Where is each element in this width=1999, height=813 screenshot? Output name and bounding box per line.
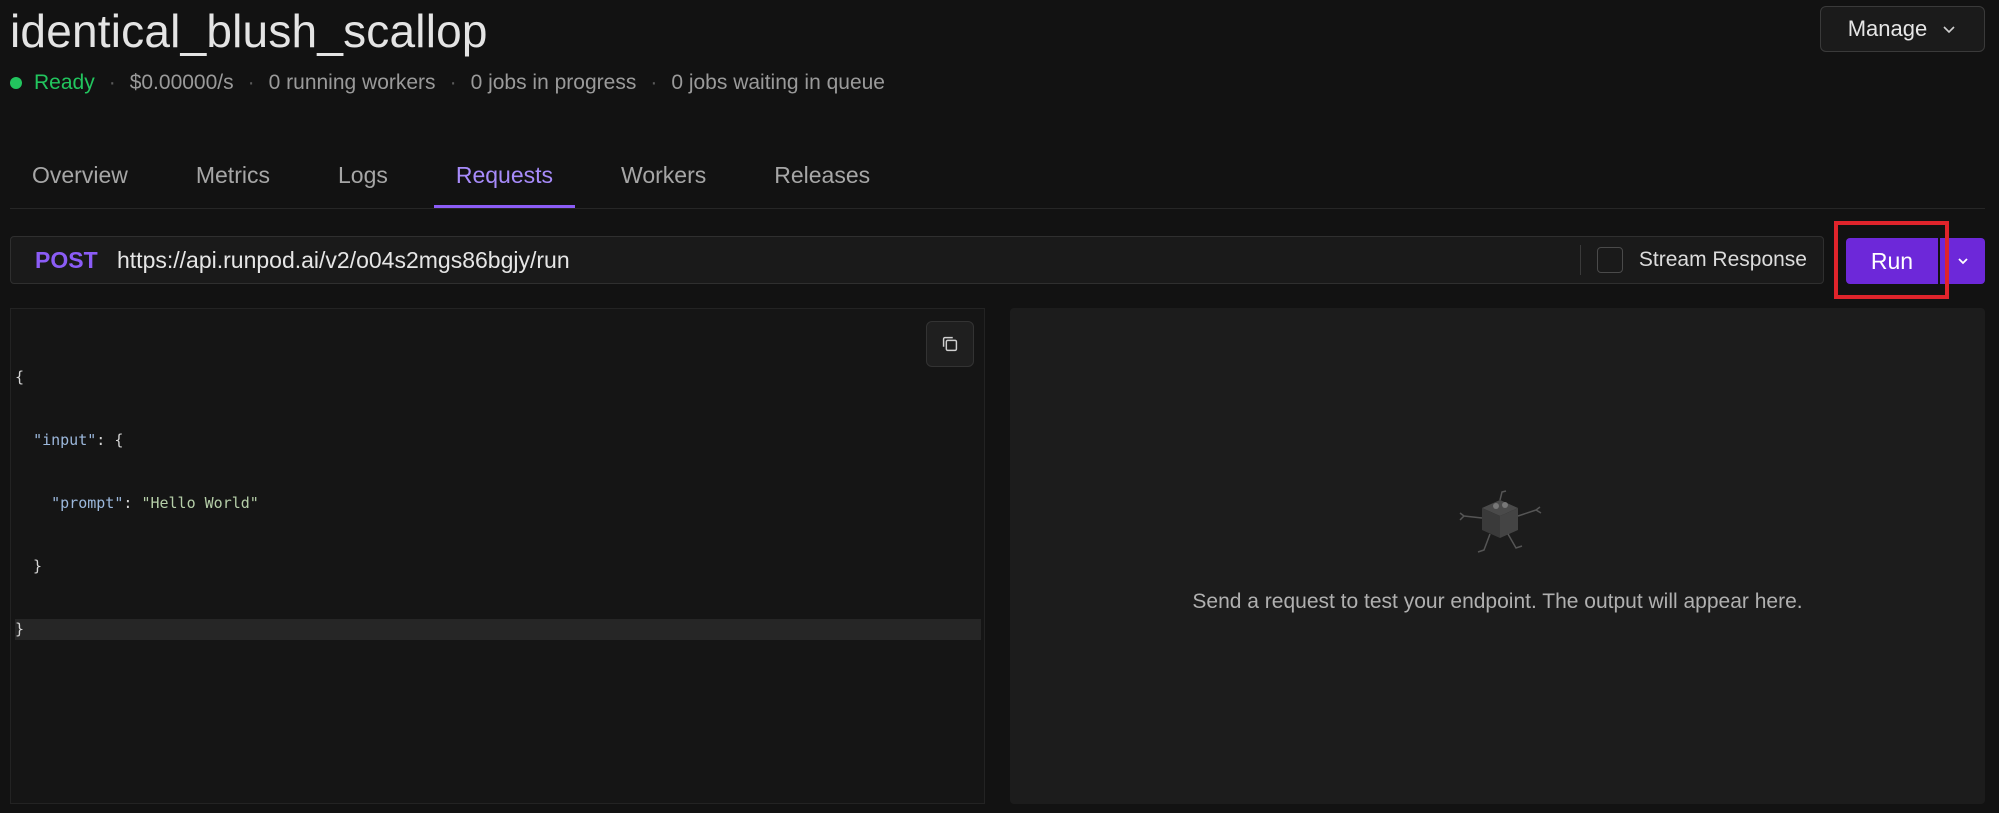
jobs-in-queue: 0 jobs waiting in queue xyxy=(671,71,885,94)
tab-releases[interactable]: Releases xyxy=(752,150,892,196)
tab-bar: Overview Metrics Logs Requests Workers R… xyxy=(10,150,1985,209)
separator: · xyxy=(247,71,255,94)
tab-overview[interactable]: Overview xyxy=(10,150,150,196)
status-dot xyxy=(10,77,22,89)
status-badge: Ready xyxy=(34,71,95,94)
manage-button-label: Manage xyxy=(1847,16,1928,41)
page-title: identical_blush_scallop xyxy=(10,5,488,57)
stream-response-checkbox[interactable] xyxy=(1596,247,1623,273)
code-line: "prompt": "Hello World" xyxy=(51,494,259,512)
code-line: } xyxy=(15,557,43,575)
running-workers: 0 running workers xyxy=(268,71,436,94)
code-line: "input": { xyxy=(33,431,124,449)
request-url-bar: POST https://api.runpod.ai/v2/o04s2mgs86… xyxy=(10,236,1824,284)
robot-mascot-icon xyxy=(1459,490,1542,553)
status-row: Ready · $0.00000/s · 0 running workers ·… xyxy=(10,70,885,96)
http-method[interactable]: POST xyxy=(35,247,117,274)
chevron-down-icon xyxy=(1957,258,1968,265)
separator: · xyxy=(449,71,457,94)
manage-button[interactable]: Manage xyxy=(1820,6,1985,52)
highlight-box xyxy=(1834,221,1949,299)
copy-button[interactable] xyxy=(926,321,974,367)
tab-metrics[interactable]: Metrics xyxy=(174,150,292,196)
divider xyxy=(1579,245,1581,275)
code-line: } xyxy=(15,619,981,640)
empty-state-text: Send a request to test your endpoint. Th… xyxy=(1192,590,1803,613)
stream-response-label[interactable]: Stream Response xyxy=(1639,248,1807,272)
response-output-panel: Send a request to test your endpoint. Th… xyxy=(1010,308,1985,804)
separator: · xyxy=(108,71,116,94)
jobs-in-progress: 0 jobs in progress xyxy=(470,71,637,94)
separator: · xyxy=(650,71,658,94)
copy-icon xyxy=(942,336,958,352)
request-body-editor[interactable]: { "input": { "prompt": "Hello World" } } xyxy=(10,308,985,804)
tab-workers[interactable]: Workers xyxy=(599,150,728,196)
code-block[interactable]: { "input": { "prompt": "Hello World" } } xyxy=(15,325,981,682)
chevron-down-icon xyxy=(1943,26,1955,34)
tab-requests[interactable]: Requests xyxy=(433,150,576,208)
endpoint-url[interactable]: https://api.runpod.ai/v2/o04s2mgs86bgjy/… xyxy=(117,247,1580,274)
tab-logs[interactable]: Logs xyxy=(316,150,410,196)
code-line: { xyxy=(15,368,25,386)
cost-rate: $0.00000/s xyxy=(129,71,234,94)
